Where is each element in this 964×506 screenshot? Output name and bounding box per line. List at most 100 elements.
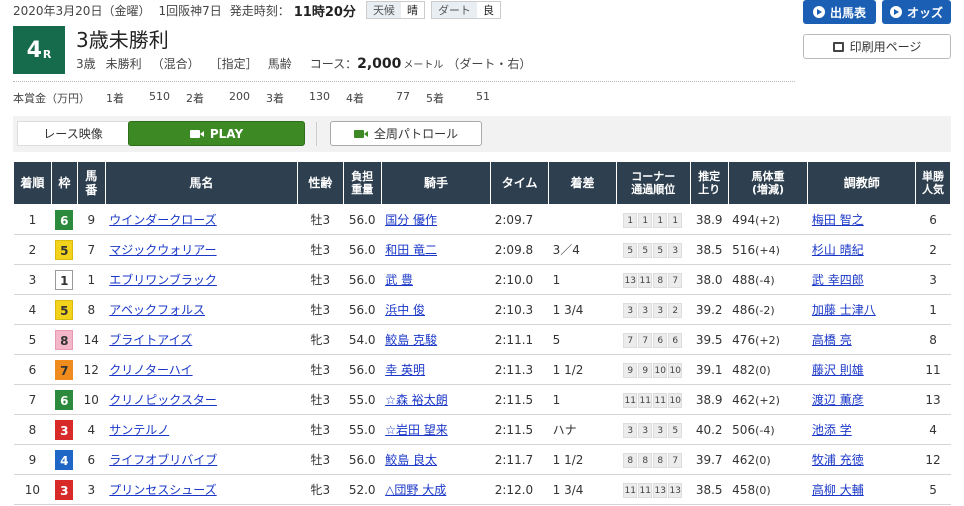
body-weight: 462	[732, 392, 756, 407]
last-3f: 39.2	[690, 294, 729, 325]
umaban: 10	[77, 384, 106, 415]
body-weight-cell: 488(-4)	[728, 264, 808, 295]
body-weight-cell: 462(0)	[728, 444, 808, 475]
jockey-link[interactable]: △団野 大成	[385, 483, 446, 497]
sex-age: 牡3	[297, 264, 344, 295]
waku-badge: 8	[55, 329, 74, 350]
weather-value: 晴	[400, 2, 424, 18]
rank: 3	[13, 264, 52, 295]
divider	[13, 81, 795, 82]
corner-position: 8	[638, 452, 653, 468]
race-number-badge: 4 R	[13, 26, 65, 74]
trainer-link[interactable]: 牧浦 充徳	[812, 453, 864, 467]
last-3f: 38.5	[690, 234, 729, 265]
margin: 3／4	[548, 234, 617, 265]
odds-button[interactable]: オッズ	[882, 0, 951, 24]
last-3f: 38.9	[690, 384, 729, 415]
race-mix: （混合）	[151, 57, 200, 71]
horse-name-link[interactable]: アベックフォルス	[109, 303, 205, 317]
trainer-cell: 高橋 亮	[807, 324, 916, 355]
jockey-link[interactable]: ☆岩田 望来	[385, 423, 448, 437]
corner-position: 3	[623, 302, 638, 318]
trainer-link[interactable]: 高柳 大輔	[812, 483, 864, 497]
horse-name-link[interactable]: クリノターハイ	[109, 363, 192, 377]
corner-position: 11	[653, 392, 668, 408]
jockey-link[interactable]: 国分 優作	[385, 213, 437, 227]
weather-box: 天候 晴	[365, 1, 425, 19]
corner-position: 7	[623, 332, 638, 348]
jockey-link[interactable]: 幸 英明	[385, 363, 425, 377]
trainer-link[interactable]: 武 幸四郎	[812, 273, 864, 287]
horse-name-link[interactable]: サンテルノ	[109, 423, 169, 437]
body-weight: 482	[732, 362, 756, 377]
corner-positions: 9 9 10 10	[616, 354, 691, 385]
trainer-link[interactable]: 藤沢 則雄	[812, 363, 864, 377]
body-weight-diff: (-4)	[755, 273, 775, 287]
jockey-cell: ☆森 裕太朗	[381, 384, 491, 415]
jockey-link[interactable]: 鮫島 克駿	[385, 333, 437, 347]
race-class: 未勝利	[105, 57, 142, 71]
corner-position: 11	[623, 482, 638, 498]
horse-name-link[interactable]: ライフオブリバイブ	[109, 453, 217, 467]
corner-positions: 3335	[616, 414, 691, 445]
horse-name-link[interactable]: ブライトアイズ	[109, 333, 192, 347]
jockey-link[interactable]: 武 豊	[385, 273, 413, 287]
horse-name-link[interactable]: クリノピックスター	[109, 393, 217, 407]
corner-positions: 11 11 11 10	[616, 384, 691, 415]
corner-position: 10	[668, 392, 683, 408]
body-weight-diff: (-4)	[755, 423, 775, 437]
sex-age: 牡3	[297, 444, 344, 475]
col-corner: コーナー 通過順位	[615, 161, 691, 205]
rank: 8	[13, 414, 52, 445]
last-3f: 38.0	[690, 264, 729, 295]
horse-name-link[interactable]: エブリワンブラック	[109, 273, 217, 287]
jockey-link[interactable]: 和田 竜二	[385, 243, 437, 257]
horse-name-link[interactable]: マジックウォリアー	[109, 243, 216, 257]
print-button[interactable]: 印刷用ページ	[803, 34, 951, 59]
corner-position: 13	[668, 482, 683, 498]
prize-place-label: 5着	[426, 92, 444, 105]
umaban: 4	[77, 414, 106, 445]
col-sex-age: 性齢	[296, 161, 344, 205]
patrol-button[interactable]: 全周パトロール	[330, 121, 482, 146]
popularity: 11	[915, 354, 951, 385]
body-weight: 488	[732, 272, 756, 287]
race-number: 4	[26, 37, 42, 63]
corner-positions: 13 11 8 7	[616, 264, 691, 295]
sex-age: 牡3	[297, 234, 344, 265]
jockey-link[interactable]: 浜中 俊	[385, 303, 425, 317]
last-3f: 38.5	[690, 474, 729, 505]
video-camera-icon	[189, 129, 204, 138]
body-weight-cell: 462(+2)	[728, 384, 808, 415]
horse-name-link[interactable]: プリンセスシューズ	[109, 483, 216, 497]
trainer-link[interactable]: 渡辺 薫彦	[812, 393, 864, 407]
corner-position: 5	[638, 242, 653, 258]
trainer-link[interactable]: 池添 学	[812, 423, 852, 437]
trainer-link[interactable]: 加藤 士津八	[812, 303, 876, 317]
margin: ハナ	[548, 414, 617, 445]
horse-cell: ブライトアイズ	[105, 324, 298, 355]
trainer-link[interactable]: 杉山 晴紀	[812, 243, 864, 257]
corner-position: 7	[668, 452, 683, 468]
trainer-link[interactable]: 高橋 亮	[812, 333, 852, 347]
horse-name-link[interactable]: ウインダークローズ	[109, 213, 216, 227]
corner-positions: 8887	[616, 444, 691, 475]
popularity: 13	[915, 384, 951, 415]
col-margin: 着差	[548, 161, 617, 205]
trainer-link[interactable]: 梅田 智之	[812, 213, 864, 227]
corner-position: 8	[653, 272, 668, 288]
play-button[interactable]: PLAY	[128, 121, 305, 146]
race-number-suffix: R	[42, 47, 52, 61]
horse-cell: ライフオブリバイブ	[105, 444, 298, 475]
prize-place-label: 4着	[346, 92, 364, 105]
jockey-link[interactable]: 鮫島 良太	[385, 453, 437, 467]
post-time-label: 発走時刻：	[229, 3, 290, 18]
corner-position: 3	[638, 302, 653, 318]
odds-button-label: オッズ	[906, 5, 943, 20]
jockey-link[interactable]: ☆森 裕太朗	[385, 393, 448, 407]
trainer-cell: 加藤 士津八	[807, 294, 916, 325]
waku-badge: 6	[55, 209, 74, 230]
waku-cell: 3	[51, 414, 78, 445]
entries-button[interactable]: 出馬表	[803, 0, 876, 24]
corner-position: 1	[623, 212, 638, 228]
